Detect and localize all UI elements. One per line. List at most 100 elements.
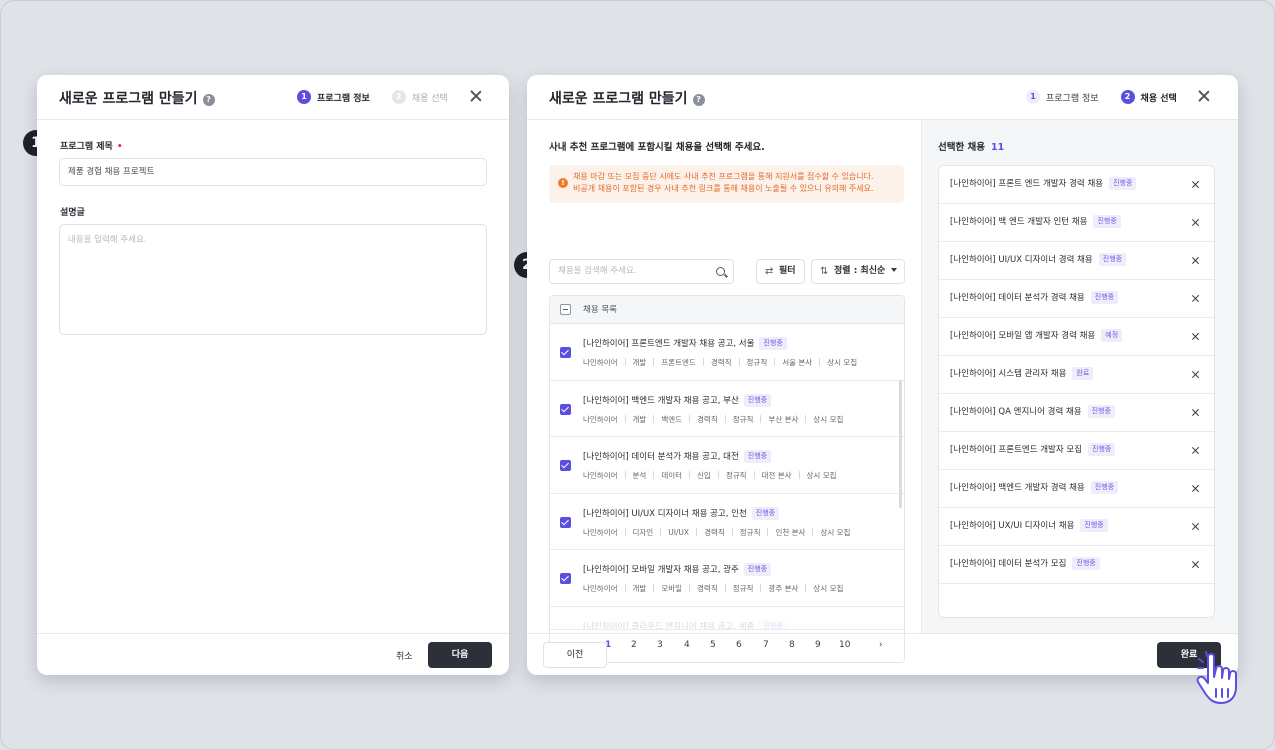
sort-dropdown-label: 정렬 : 최신순 xyxy=(834,266,886,276)
job-row[interactable]: [나인하이어] UI/UX 디자이너 채용 공고, 인천 진행중 나인하이어 디자인… xyxy=(550,494,904,550)
selected-job-row: [나인하이어] 백엔드 개발자 경력 채용 진행중 xyxy=(939,470,1214,508)
filter-button[interactable]: ⇄ 필터 xyxy=(756,259,805,284)
close-icon[interactable] xyxy=(469,89,483,103)
remove-icon[interactable] xyxy=(1191,522,1200,531)
remove-icon[interactable] xyxy=(1191,180,1200,189)
step-label: 채용 선택 xyxy=(1140,93,1177,104)
help-icon[interactable]: ? xyxy=(692,94,705,106)
job-meta-career: 경력직 xyxy=(682,584,718,593)
job-meta-career: 경력직 xyxy=(696,358,732,367)
selected-job-title: [나인하이어] 백 엔드 개발자 인턴 채용 xyxy=(950,217,1088,227)
job-meta-employment: 정규직 xyxy=(732,358,768,367)
job-meta: 나인하이어 분석 데이터 신입 정규직 대전 본사 상시 모집 xyxy=(583,470,837,481)
remove-icon[interactable] xyxy=(1191,256,1200,265)
step-select-jobs: 2 채용 선택 xyxy=(391,90,448,104)
job-row[interactable]: [나인하이어] 모바일 개발자 채용 공고, 광주 진행중 나인하이어 개발 모바일 경… xyxy=(550,550,904,607)
status-badge: 진행중 xyxy=(1087,405,1115,418)
status-badge: 진행중 xyxy=(1090,481,1119,494)
remove-icon[interactable] xyxy=(1191,294,1200,303)
selected-jobs-title-text: 선택한 채용 xyxy=(938,142,986,153)
selected-job-title: [나인하이어] UX/UI 디자이너 채용 xyxy=(950,521,1075,531)
selected-job-title: [나인하이어] 프론트엔드 개발자 모집 xyxy=(950,445,1083,455)
status-badge: 진행중 xyxy=(751,506,780,520)
selected-job-title: [나인하이어] 백엔드 개발자 경력 채용 xyxy=(950,483,1085,493)
selected-job-title: [나인하이어] 프론트 엔드 개발자 경력 채용 xyxy=(950,179,1104,189)
warning-line-1: 채용 마감 또는 모집 중단 시에도 사내 추천 프로그램을 통해 지원서를 접… xyxy=(573,172,874,181)
job-meta-career: 경력직 xyxy=(682,415,718,424)
selected-job-title: [나인하이어] 데이터 분석가 모집 xyxy=(950,559,1067,569)
job-row[interactable]: [나인하이어] 프론트엔드 개발자 채용 공고, 서울 진행중 나인하이어 개발 프론… xyxy=(550,324,904,381)
previous-button[interactable]: 이전 xyxy=(543,642,607,668)
next-button[interactable]: 다음 xyxy=(428,642,492,668)
instruction-text: 사내 추천 프로그램에 포함시킬 채용을 선택해 주세요. xyxy=(549,142,765,153)
status-badge: 진행중 xyxy=(743,563,772,576)
filter-icon: ⇄ xyxy=(765,266,774,277)
remove-icon[interactable] xyxy=(1191,446,1200,455)
stepper: 1 프로그램 정보 2 채용 선택 xyxy=(297,90,470,104)
step-number: 1 xyxy=(1026,90,1040,104)
description-textarea[interactable]: 내용을 입력해 주세요. xyxy=(59,224,487,335)
job-meta-location: 광주 본사 xyxy=(753,584,798,593)
job-checkbox[interactable] xyxy=(560,460,571,471)
filter-button-label: 필터 xyxy=(779,266,796,276)
job-checkbox[interactable] xyxy=(560,516,571,528)
step-label: 채용 선택 xyxy=(411,93,448,104)
remove-icon[interactable] xyxy=(1191,408,1200,417)
job-meta-field: 모바일 xyxy=(646,584,682,593)
status-badge: 진행중 xyxy=(1088,443,1116,456)
selected-job-row: [나인하이어] 모바일 앱 개발자 경력 채용 예정 xyxy=(939,318,1214,356)
status-badge: 진행중 xyxy=(1080,519,1108,532)
job-row[interactable]: [나인하이어] 데이터 분석가 채용 공고, 대전 진행중 나인하이어 분석 데이터 신… xyxy=(550,437,904,494)
create-program-modal-step2: 새로운 프로그램 만들기? 1 프로그램 정보 2 채용 선택 사내 추천 프로… xyxy=(527,75,1238,675)
job-meta-period: 상시 모집 xyxy=(798,415,843,424)
job-meta-category: 디자인 xyxy=(618,528,654,537)
status-badge: 진행중 xyxy=(759,337,787,350)
step-number: 2 xyxy=(1120,90,1135,104)
cancel-button[interactable]: 취소 xyxy=(396,649,413,662)
job-meta: 나인하이어 개발 프론트엔드 경력직 정규직 서울 본사 상시 모집 xyxy=(583,357,857,368)
status-badge: 완료 xyxy=(1072,367,1094,380)
job-meta-category: 개발 xyxy=(618,358,647,367)
job-checkbox[interactable] xyxy=(560,573,571,584)
program-title-label: 프로그램 제목 • xyxy=(60,139,123,152)
job-checkbox[interactable] xyxy=(560,403,571,415)
remove-icon[interactable] xyxy=(1191,332,1200,341)
selected-jobs-title: 선택한 채용 11 xyxy=(938,139,1004,153)
job-meta-employment: 정규직 xyxy=(718,415,754,424)
job-row[interactable]: [나인하이어] 백엔드 개발자 채용 공고, 부산 진행중 나인하이어 개발 백엔드 경… xyxy=(550,381,904,437)
job-meta-employment: 정규직 xyxy=(711,471,747,480)
status-badge: 예정 xyxy=(1101,329,1123,342)
select-all-checkbox[interactable] xyxy=(560,304,571,315)
job-meta-location: 서울 본사 xyxy=(767,358,812,367)
remove-icon[interactable] xyxy=(1191,370,1200,379)
close-icon[interactable] xyxy=(1197,89,1211,103)
status-badge: 진행중 xyxy=(1090,291,1119,304)
job-meta-category: 분석 xyxy=(618,471,647,480)
program-title-input[interactable]: 제품 경험 채용 프로젝트 xyxy=(59,158,487,186)
job-meta-company: 나인하이어 xyxy=(583,471,618,480)
modal-title: 새로운 프로그램 만들기? xyxy=(549,88,705,108)
remove-icon[interactable] xyxy=(1191,560,1200,569)
remove-icon[interactable] xyxy=(1191,484,1200,493)
sort-dropdown[interactable]: ⇅ 정렬 : 최신순 xyxy=(811,259,905,284)
remove-icon[interactable] xyxy=(1191,218,1200,227)
modal-title: 새로운 프로그램 만들기? xyxy=(59,88,215,108)
job-meta-category: 개발 xyxy=(618,584,647,593)
program-title-label-text: 프로그램 제목 xyxy=(60,142,113,152)
job-checkbox[interactable] xyxy=(560,347,571,358)
chevron-down-icon xyxy=(891,268,898,272)
job-meta-company: 나인하이어 xyxy=(583,414,618,424)
job-search-input[interactable]: 채용을 검색해 주세요. xyxy=(549,259,734,284)
search-icon[interactable] xyxy=(716,267,725,276)
sort-icon: ⇅ xyxy=(820,266,829,277)
job-meta-field: 백엔드 xyxy=(646,415,682,424)
selected-job-title: [나인하이어] 시스템 관리자 채용 xyxy=(950,369,1067,379)
selected-count: 11 xyxy=(991,142,1005,153)
modal-footer: 이전 완료 xyxy=(527,633,1238,675)
list-scrollbar[interactable] xyxy=(899,380,902,508)
step-label: 프로그램 정보 xyxy=(1046,93,1099,104)
job-title: [나인하이어] 데이터 분석가 채용 공고, 대전 진행중 xyxy=(583,450,772,463)
selected-job-row: [나인하이어] 백 엔드 개발자 인턴 채용 진행중 xyxy=(939,204,1214,242)
step-program-info[interactable]: 1 프로그램 정보 xyxy=(1026,90,1099,104)
help-icon[interactable]: ? xyxy=(202,94,215,106)
